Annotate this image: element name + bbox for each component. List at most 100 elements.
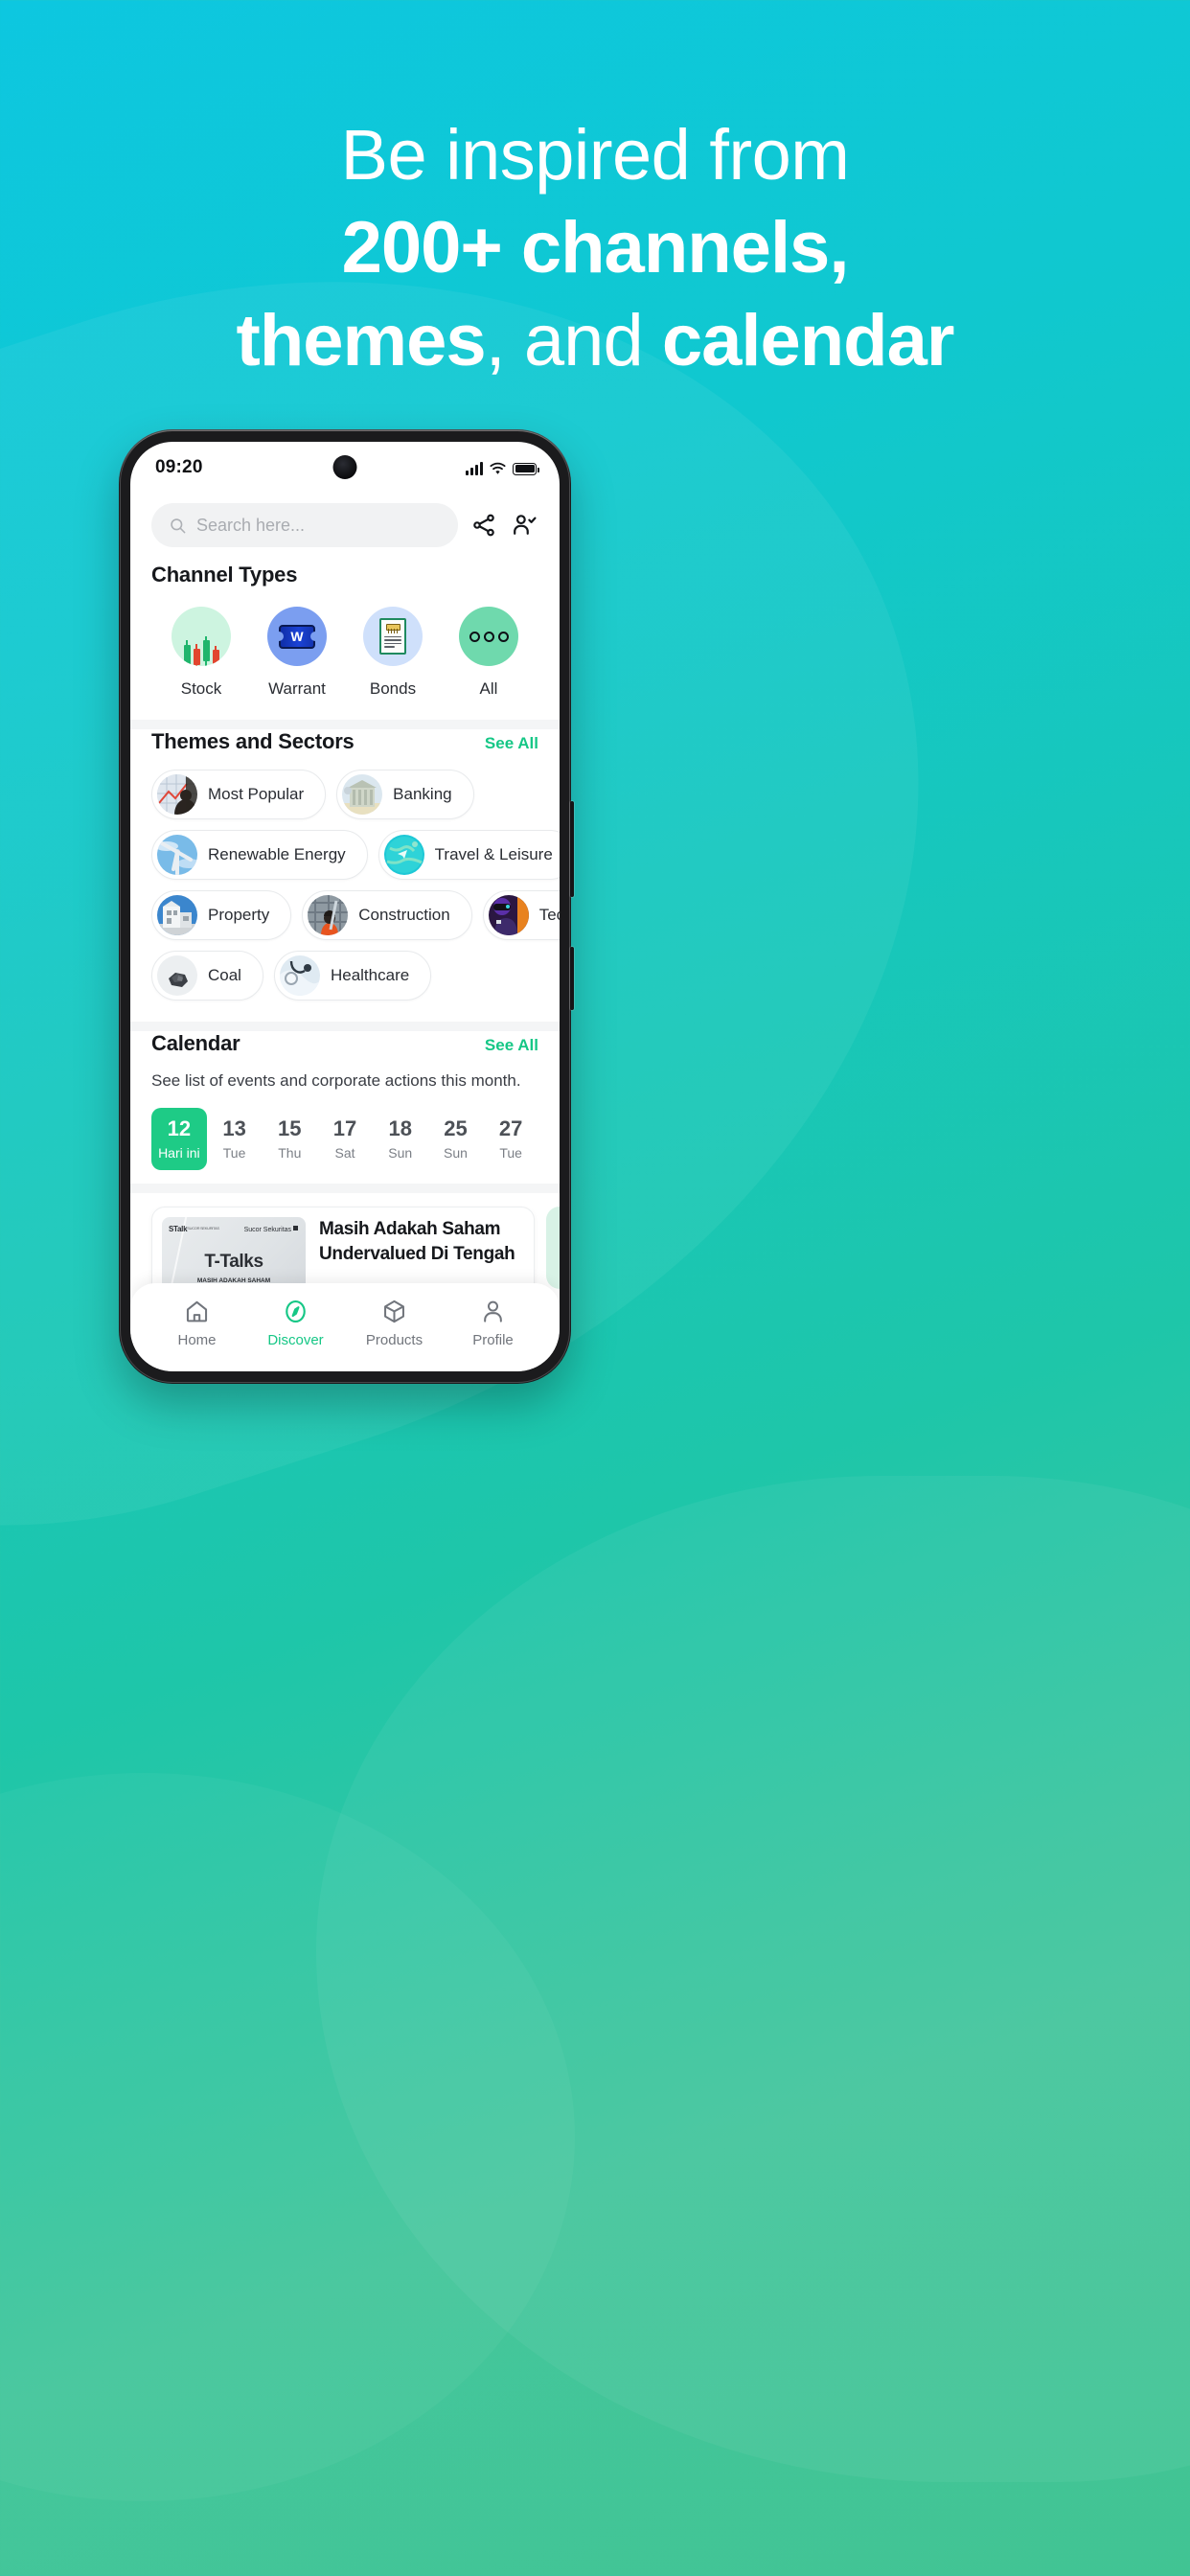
nav-item-home[interactable]: Home xyxy=(155,1297,240,1348)
nav-item-discover[interactable]: Discover xyxy=(254,1297,338,1348)
date-number: 15 xyxy=(278,1116,302,1141)
theme-chip-renewable-energy[interactable]: Renewable Energy xyxy=(151,830,368,880)
date-number: 12 xyxy=(167,1116,192,1141)
background-blob-2 xyxy=(316,1476,1190,2482)
bond-certificate-icon xyxy=(363,607,423,666)
event-card-next-peek[interactable] xyxy=(546,1207,560,1290)
date-number: 25 xyxy=(444,1116,468,1141)
theme-chip-coal[interactable]: Coal xyxy=(151,951,263,1000)
themes-header: Themes and Sectors See All xyxy=(151,729,538,754)
themes-sectors-section: Themes and Sectors See All Most Popular xyxy=(130,729,560,1022)
nav-label: Home xyxy=(177,1332,217,1348)
bottom-navigation-bar: Home Discover Products Profile xyxy=(130,1283,560,1371)
status-bar: 09:20 xyxy=(130,442,560,494)
share-icon[interactable] xyxy=(469,511,498,540)
calendar-section: Calendar See All See list of events and … xyxy=(130,1031,560,1184)
calendar-see-all-link[interactable]: See All xyxy=(485,1036,538,1055)
theme-chip-label: Healthcare xyxy=(330,966,410,984)
theme-chip-construction[interactable]: Construction xyxy=(302,890,472,940)
nav-item-products[interactable]: Products xyxy=(353,1297,437,1348)
background-blob-3 xyxy=(0,1773,575,2501)
theme-chip-most-popular[interactable]: Most Popular xyxy=(151,770,327,819)
channel-types-section: Channel Types Stock W Warrant Bonds All xyxy=(130,563,560,720)
channel-type-stock[interactable]: Stock xyxy=(159,607,243,699)
section-divider xyxy=(130,1022,560,1031)
front-camera-punch-hole xyxy=(332,455,357,479)
signal-bars-icon xyxy=(466,461,483,475)
globe-travel-avatar xyxy=(383,835,424,875)
channel-type-label: All xyxy=(479,679,498,698)
calendar-date-18[interactable]: 18 Sun xyxy=(373,1108,428,1170)
coal-rock-avatar xyxy=(157,955,197,996)
theme-chip-label: Renewable Energy xyxy=(208,845,346,863)
channel-types-list: Stock W Warrant Bonds All xyxy=(151,587,538,720)
construction-worker-avatar xyxy=(308,895,349,935)
home-icon xyxy=(155,1297,240,1325)
themes-chip-list: Most Popular Banking Renewable Energy Tr… xyxy=(151,754,560,1022)
status-clock: 09:20 xyxy=(155,457,203,477)
nav-item-profile[interactable]: Profile xyxy=(451,1297,536,1348)
phone-screen: 09:20 Search here... Channel Types Stock… xyxy=(130,442,560,1371)
calendar-date-12[interactable]: 12 Hari ini xyxy=(151,1108,207,1171)
nav-label: Discover xyxy=(267,1332,324,1348)
date-number: 18 xyxy=(388,1116,412,1141)
battery-full-icon xyxy=(513,462,539,475)
date-dayname: Sat xyxy=(334,1145,355,1162)
chart-silhouette-avatar xyxy=(157,774,197,815)
headline-line-1: Be inspired from xyxy=(340,115,850,195)
candlestick-chart-icon xyxy=(172,607,231,666)
channel-type-all[interactable]: All xyxy=(446,607,531,699)
promo-headline: Be inspired from 200+ channels, themes, … xyxy=(0,115,1190,382)
calendar-date-27[interactable]: 27 Tue xyxy=(483,1108,538,1170)
calendar-date-strip: 12 Hari ini 13 Tue 15 Thu 17 Sat 18 Sun … xyxy=(151,1092,538,1184)
date-dayname: Thu xyxy=(278,1145,302,1162)
channel-type-bonds[interactable]: Bonds xyxy=(351,607,435,699)
theme-chip-property[interactable]: Property xyxy=(151,890,292,940)
search-placeholder: Search here... xyxy=(196,515,306,535)
power-button[interactable] xyxy=(570,947,574,1010)
date-dayname: Sun xyxy=(388,1145,413,1162)
date-number: 27 xyxy=(498,1116,523,1141)
nav-label: Profile xyxy=(472,1332,514,1348)
section-divider xyxy=(130,1184,560,1194)
bank-building-avatar xyxy=(342,774,383,815)
date-dayname: Sun xyxy=(443,1145,468,1162)
theme-chip-label: Travel & Leisure xyxy=(434,845,553,863)
channel-type-label: Bonds xyxy=(369,679,417,698)
calendar-date-13[interactable]: 13 Tue xyxy=(207,1108,263,1170)
modern-house-avatar xyxy=(157,895,197,935)
headline-line-3: themes, and calendar xyxy=(25,300,1165,382)
theme-chip-label: Coal xyxy=(208,966,241,984)
user-check-icon[interactable] xyxy=(510,511,538,540)
headline-line-2: 200+ channels, xyxy=(341,206,850,288)
date-number: 17 xyxy=(332,1116,357,1141)
calendar-date-15[interactable]: 15 Thu xyxy=(262,1108,317,1170)
theme-chip-label: Most Popular xyxy=(208,785,305,803)
search-row: Search here... xyxy=(130,494,560,563)
wind-turbine-avatar xyxy=(157,835,197,875)
thumbnail-title: T-Talks xyxy=(204,1252,263,1273)
theme-chip-healthcare[interactable]: Healthcare xyxy=(273,951,432,1000)
date-number: 13 xyxy=(222,1116,246,1141)
themes-see-all-link[interactable]: See All xyxy=(485,734,538,753)
calendar-description: See list of events and corporate actions… xyxy=(151,1071,521,1090)
channel-types-title: Channel Types xyxy=(151,563,298,586)
date-dayname: Hari ini xyxy=(158,1145,200,1162)
volume-button[interactable] xyxy=(570,801,574,897)
channel-type-warrant[interactable]: W Warrant xyxy=(255,607,339,699)
calendar-date-25[interactable]: 25 Sun xyxy=(428,1108,484,1170)
channel-type-label: Stock xyxy=(180,679,222,698)
thumbnail-brand: STalkSUCOR SEKURITAS xyxy=(169,1225,219,1234)
calendar-date-17[interactable]: 17 Sat xyxy=(317,1108,373,1170)
phone-mockup: 09:20 Search here... Channel Types Stock… xyxy=(119,429,574,1384)
theme-chip-tech-giants[interactable]: Tech Giants xyxy=(482,890,560,940)
calendar-header: Calendar See All xyxy=(151,1031,538,1056)
vr-tech-avatar xyxy=(488,895,529,935)
theme-chip-banking[interactable]: Banking xyxy=(336,770,474,819)
section-divider xyxy=(130,720,560,729)
search-icon xyxy=(169,517,187,535)
headline-themes: themes xyxy=(236,300,487,382)
theme-chip-travel-leisure[interactable]: Travel & Leisure xyxy=(378,830,560,880)
headline-conjunction: , and xyxy=(485,300,662,382)
search-input[interactable]: Search here... xyxy=(151,503,458,547)
